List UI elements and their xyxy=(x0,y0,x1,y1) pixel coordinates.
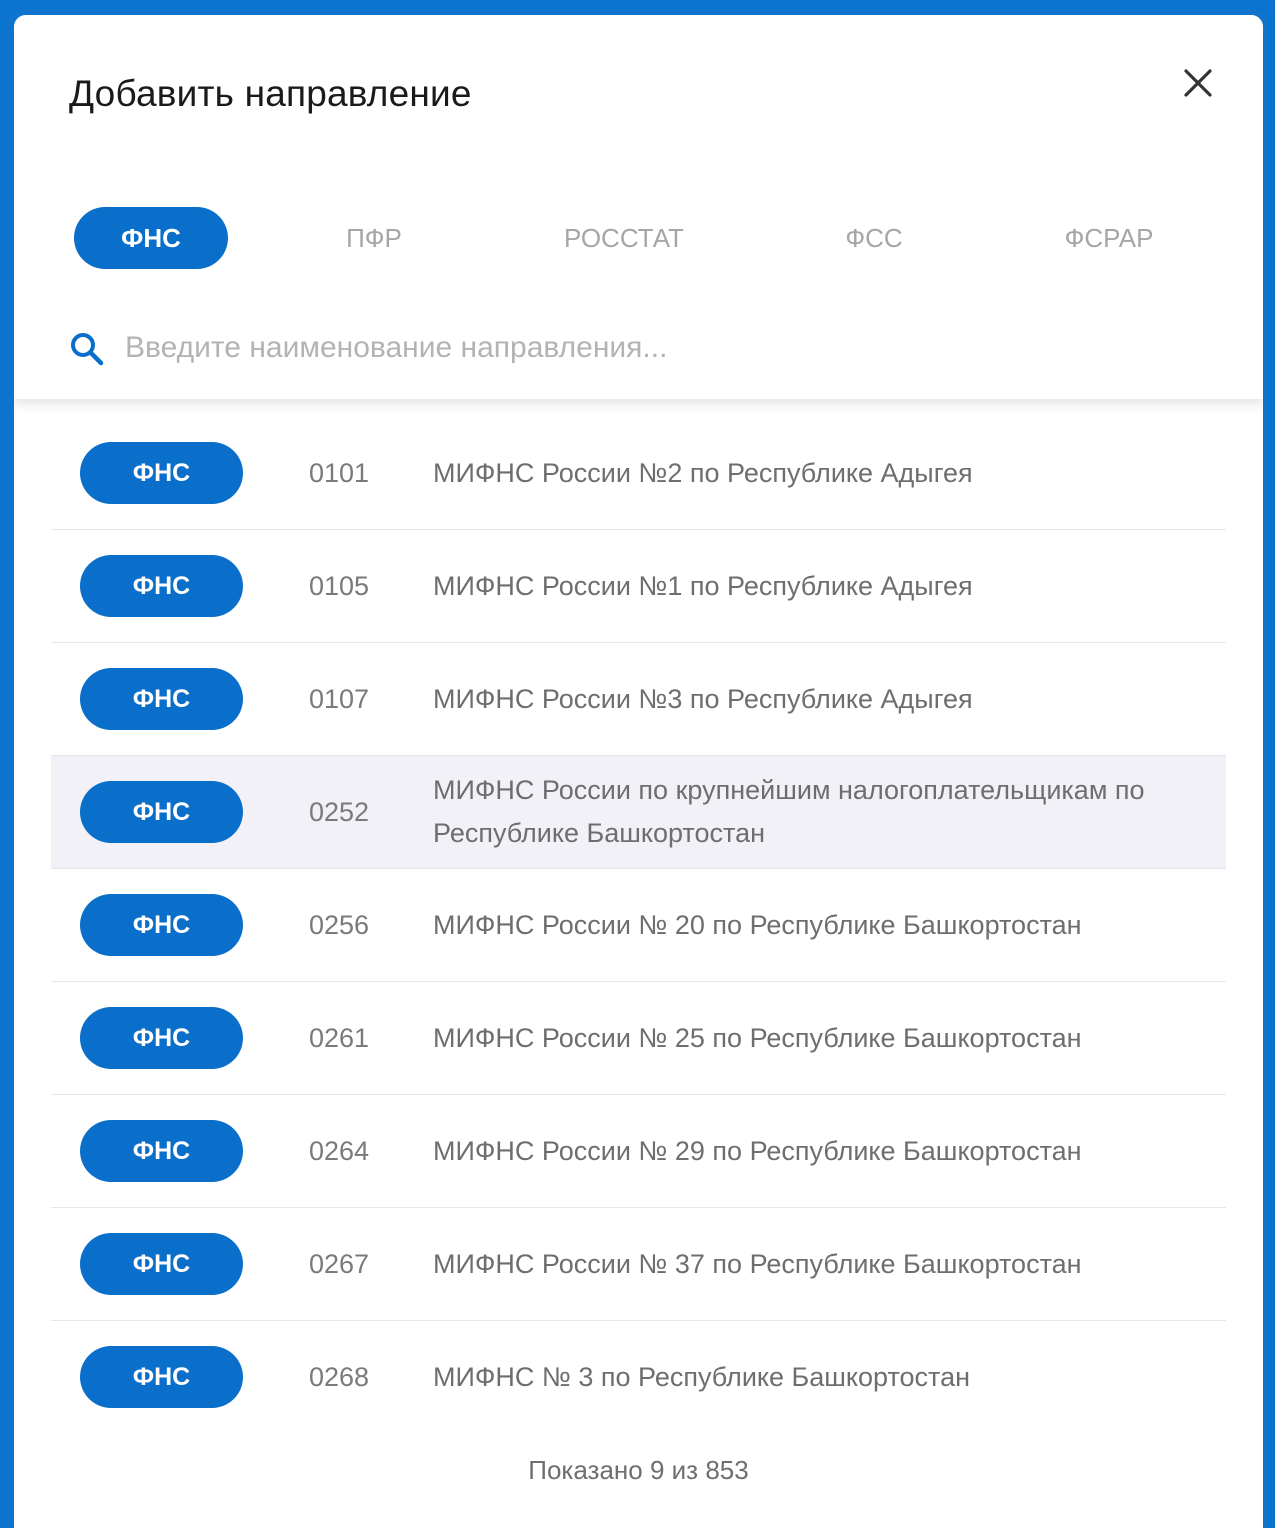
direction-code: 0252 xyxy=(309,797,370,827)
search-icon xyxy=(71,333,104,366)
direction-name: МИФНС России №1 по Республике Адыгея xyxy=(433,570,973,601)
direction-code: 0268 xyxy=(309,1362,370,1392)
service-badge: ФНС xyxy=(80,1120,243,1182)
service-badge: ФНС xyxy=(80,1233,243,1295)
direction-name: МИФНС России № 25 по Республике Башкорто… xyxy=(433,1022,1082,1053)
service-badge: ФНС xyxy=(80,1346,243,1408)
direction-name: МИФНС России № 20 по Республике Башкорто… xyxy=(433,909,1082,940)
category-tabs: ФНС ПФР РОССТАТ ФСС ФСРАР xyxy=(14,207,1263,269)
service-badge: ФНС xyxy=(80,1007,243,1069)
list-item[interactable]: ФНС 0252 МИФНС России по крупнейшим налого… xyxy=(51,756,1226,869)
direction-name: МИФНС России № 29 по Республике Башкорто… xyxy=(433,1135,1082,1166)
modal-header: Добавить направление ФНС ПФР РОССТАТ ФСС… xyxy=(14,15,1263,399)
list-item[interactable]: ФНС 0105 МИФНС России №1 по Республике Ады… xyxy=(51,530,1226,643)
list-item[interactable]: ФНС 0267 МИФНС России № 37 по Республике Б… xyxy=(51,1208,1226,1321)
list-item[interactable]: ФНС 0261 МИФНС России № 25 по Республике Б… xyxy=(51,982,1226,1095)
list-item[interactable]: ФНС 0107 МИФНС России №3 по Республике Ады… xyxy=(51,643,1226,756)
list-item[interactable]: ФНС 0264 МИФНС России № 29 по Республике Б… xyxy=(51,1095,1226,1208)
list-item[interactable]: ФНС 0256 МИФНС России № 20 по Республике Б… xyxy=(51,869,1226,982)
tab-fsrar[interactable]: ФСРАР xyxy=(1049,207,1169,269)
close-icon xyxy=(1184,69,1212,97)
results-count: Показано 9 из 853 xyxy=(528,1455,749,1485)
list-item[interactable]: ФНС 0268 МИФНС № 3 по Республике Башкортос… xyxy=(51,1321,1226,1433)
modal-title: Добавить направление xyxy=(69,73,472,114)
direction-code: 0107 xyxy=(309,684,370,714)
direction-code: 0101 xyxy=(309,458,370,488)
direction-code: 0256 xyxy=(309,910,370,940)
direction-code: 0267 xyxy=(309,1249,370,1279)
direction-code: 0105 xyxy=(309,571,370,601)
service-badge: ФНС xyxy=(80,555,243,617)
add-direction-modal: Добавить направление ФНС ПФР РОССТАТ ФСС… xyxy=(14,15,1263,1528)
service-badge: ФНС xyxy=(80,781,243,843)
list-item[interactable]: ФНС 0101 МИФНС России №2 по Республике Ады… xyxy=(51,417,1226,530)
direction-code: 0261 xyxy=(309,1023,370,1053)
direction-name: МИФНС России №3 по Республике Адыгея xyxy=(433,683,973,714)
search-bar xyxy=(69,325,1209,371)
service-badge: ФНС xyxy=(80,668,243,730)
direction-name: МИФНС России по крупнейшим налогоплатель… xyxy=(433,775,1145,848)
tab-fns[interactable]: ФНС xyxy=(74,207,228,269)
direction-name: МИФНС России № 37 по Республике Башкорто… xyxy=(433,1248,1082,1279)
direction-name: МИФНС России №2 по Республике Адыгея xyxy=(433,457,973,488)
service-badge: ФНС xyxy=(80,894,243,956)
tab-rosstat[interactable]: РОССТАТ xyxy=(549,207,699,269)
direction-name: МИФНС № 3 по Республике Башкортостан xyxy=(433,1361,971,1392)
service-badge: ФНС xyxy=(80,442,243,504)
tab-pfr[interactable]: ПФР xyxy=(324,207,424,269)
tab-fss[interactable]: ФСС xyxy=(824,207,924,269)
search-input[interactable] xyxy=(125,325,1205,371)
close-button[interactable] xyxy=(1178,63,1218,103)
direction-code: 0264 xyxy=(309,1136,370,1166)
direction-list: ФНС 0101 МИФНС России №2 по Республике Ады… xyxy=(51,417,1226,1433)
